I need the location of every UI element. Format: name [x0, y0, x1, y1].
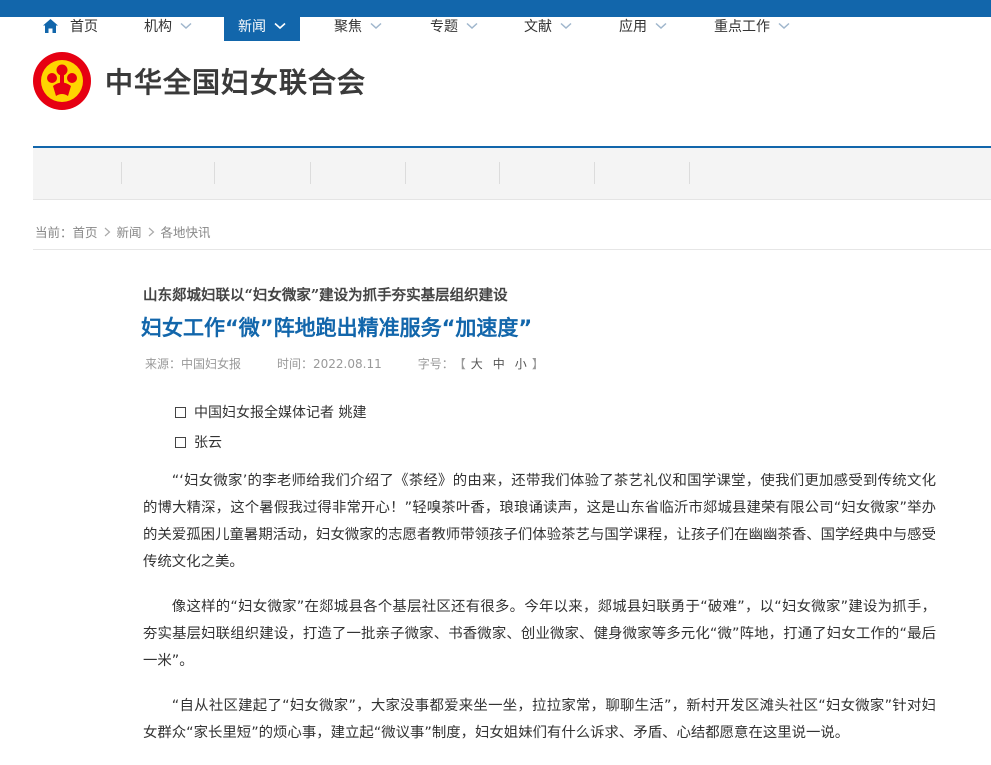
breadcrumb-link-news[interactable]: 新闻 [117, 222, 142, 241]
chevron-down-icon [274, 22, 286, 29]
nav-divider [689, 162, 690, 184]
article-author: 张云 [194, 435, 222, 451]
nav-divider [214, 162, 215, 184]
nav-item-apps[interactable]: 应用 [619, 10, 667, 41]
breadcrumb: 当前： 首页 新闻 各地快讯 [35, 222, 211, 241]
breadcrumb-link-local-news[interactable]: 各地快讯 [161, 222, 211, 241]
nav-item-label: 新闻 [238, 18, 266, 35]
font-size-small-button[interactable]: 小 [515, 355, 527, 372]
nav-item-label: 文献 [524, 18, 552, 35]
chevron-down-icon [778, 22, 790, 29]
womens-federation-emblem-icon [33, 52, 91, 110]
font-size-label: 字号： [417, 357, 454, 371]
nav-item-label: 专题 [430, 18, 458, 35]
chevron-right-icon [148, 227, 154, 236]
square-bullet-icon [175, 436, 186, 448]
nav-item-focus[interactable]: 聚焦 [334, 10, 382, 41]
chevron-down-icon [180, 22, 192, 29]
chevron-down-icon [560, 22, 572, 29]
article-author: 中国妇女报全媒体记者 姚建 [194, 405, 367, 421]
article-pretitle: 山东郯城妇联以“妇女微家”建设为抓手夯实基层组织建设 [143, 287, 508, 304]
nav-divider [310, 162, 311, 184]
nav-item-label: 应用 [619, 18, 647, 35]
site-logo[interactable]: 中华全国妇女联合会 [33, 50, 366, 112]
chevron-right-icon [104, 227, 110, 236]
nav-item-institution[interactable]: 机构 [144, 10, 192, 41]
article-meta: 来源：中国妇女报 时间：2022.08.11 字号： 【 大 中 小 】 [145, 355, 544, 372]
breadcrumb-link-home[interactable]: 首页 [73, 222, 98, 241]
nav-item-key-work[interactable]: 重点工作 [714, 10, 790, 41]
font-size-medium-button[interactable]: 中 [493, 355, 505, 372]
home-icon [43, 18, 58, 33]
nav-item-documents[interactable]: 文献 [524, 10, 572, 41]
article-author-line: 张云 [175, 432, 222, 452]
article-paragraph: “‘妇女微家’的李老师给我们介绍了《茶经》的由来，还带我们体验了茶艺礼仪和国学课… [143, 473, 936, 570]
chevron-down-icon [655, 22, 667, 29]
site-name: 中华全国妇女联合会 [105, 66, 367, 99]
nav-item-label: 机构 [144, 18, 172, 35]
breadcrumb-divider [33, 249, 991, 250]
nav-item-news[interactable]: 新闻 [224, 10, 300, 41]
article-author-line: 中国妇女报全媒体记者 姚建 [175, 402, 366, 422]
nav-item-label: 重点工作 [714, 18, 770, 35]
nav-item-label: 首页 [70, 18, 98, 35]
chevron-down-icon [370, 22, 382, 29]
article-source: 来源：中国妇女报 [145, 357, 242, 371]
font-size-bracket-open: 【 [453, 357, 466, 371]
main-nav [33, 148, 991, 200]
breadcrumb-prefix: 当前： [35, 225, 73, 240]
nav-item-home[interactable]: 首页 [43, 10, 98, 41]
square-bullet-icon [175, 406, 186, 418]
nav-divider [499, 162, 500, 184]
article-paragraph: 像这样的“妇女微家”在郯城县各个基层社区还有很多。今年以来，郯城县妇联勇于“破难… [143, 599, 936, 669]
article-paragraph: “自从社区建起了“妇女微家”，大家没事都爱来坐一坐，拉拉家常，聊聊生活”，新村开… [143, 698, 936, 741]
nav-item-label: 聚焦 [334, 18, 362, 35]
nav-divider [594, 162, 595, 184]
nav-item-topics[interactable]: 专题 [430, 10, 478, 41]
article-time: 时间：2022.08.11 [277, 357, 382, 371]
nav-divider [121, 162, 122, 184]
article-title: 妇女工作“微”阵地跑出精准服务“加速度” [141, 316, 533, 340]
font-size-large-button[interactable]: 大 [471, 355, 483, 372]
chevron-down-icon [466, 22, 478, 29]
font-size-bracket-close: 】 [531, 357, 544, 371]
article-body: “‘妇女微家’的李老师给我们介绍了《茶经》的由来，还带我们体验了茶艺礼仪和国学课… [143, 468, 936, 765]
nav-divider [405, 162, 406, 184]
